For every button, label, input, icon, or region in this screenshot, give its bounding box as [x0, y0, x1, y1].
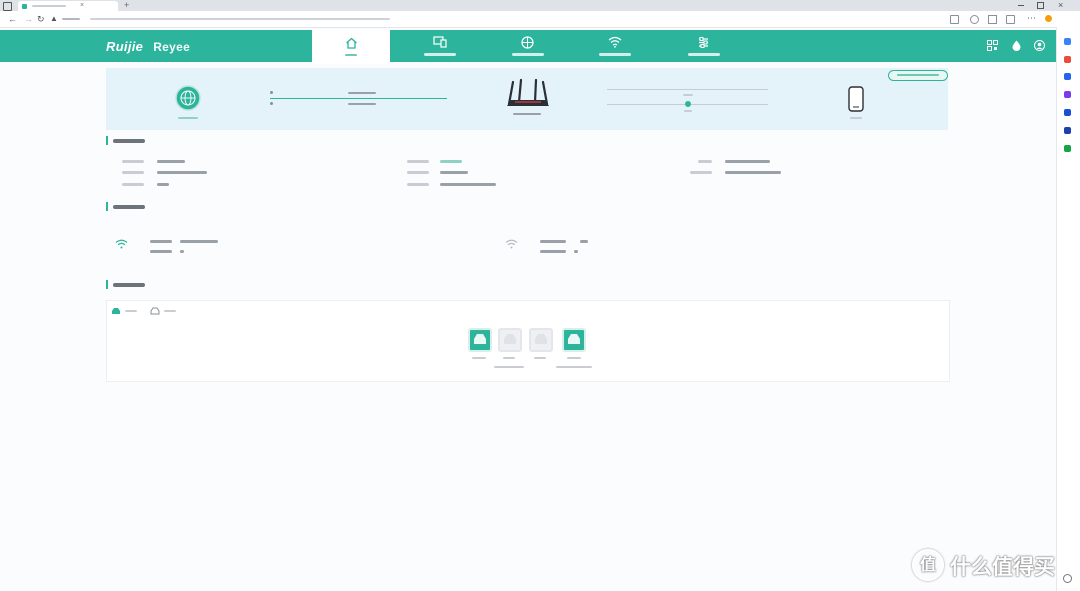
section-title-ports: [106, 280, 148, 289]
forward-icon[interactable]: →: [24, 14, 33, 24]
tab-home-label: [345, 54, 357, 56]
qr-code-icon[interactable]: [987, 40, 998, 51]
ethernet-port-icon: [474, 334, 486, 344]
devices-icon: [433, 36, 447, 48]
profile-icon[interactable]: [970, 15, 979, 24]
watermark-text: 什么值得买: [950, 555, 1055, 579]
sidebar-app-icon[interactable]: [1064, 145, 1071, 152]
download-arrow-icon: [270, 102, 273, 105]
minimize-icon[interactable]: [1018, 5, 1024, 6]
client-device-icon[interactable]: [848, 86, 864, 112]
port-3[interactable]: [529, 328, 553, 352]
ethernet-port-icon: [568, 334, 580, 344]
link-rate-text: [683, 94, 693, 96]
tab-wireless-label: [599, 53, 631, 56]
tab-devices-label: [424, 53, 456, 56]
site-info-icon[interactable]: ▲: [50, 14, 58, 24]
user-icon[interactable]: [1034, 40, 1045, 51]
ethernet-port-icon: [535, 334, 547, 344]
sidebar-app-icon[interactable]: [1064, 127, 1071, 134]
close-window-icon[interactable]: ×: [1058, 0, 1063, 10]
sidebar-app-icon[interactable]: [1064, 91, 1071, 98]
wifi-icon: [608, 36, 622, 48]
maximize-icon[interactable]: [1037, 2, 1044, 9]
collections-icon[interactable]: [1006, 15, 1015, 24]
drop-icon[interactable]: [1012, 40, 1021, 51]
section-title-device-info: [106, 136, 148, 145]
wan-link-line: [270, 98, 447, 99]
back-icon[interactable]: ←: [8, 14, 17, 24]
tab-advanced-label: [688, 53, 720, 56]
sidebar-app-icon[interactable]: [1064, 38, 1071, 45]
port-1[interactable]: [468, 328, 492, 352]
advanced-settings-icon: [699, 37, 708, 48]
tab-internet[interactable]: [488, 30, 568, 62]
wan-status-text: [178, 117, 198, 119]
legend-port-up-text: [125, 310, 137, 312]
upload-rate-text: [348, 92, 376, 94]
legend-port-down-icon: [150, 307, 160, 315]
upload-arrow-icon: [270, 91, 273, 94]
tab-actions-icon[interactable]: [988, 15, 997, 24]
wifi-2g-icon: [115, 239, 128, 249]
brand-reyee: Reyee: [153, 40, 191, 54]
tab-wireless[interactable]: [575, 30, 655, 62]
tab-internet-label: [512, 53, 544, 56]
browser-tab[interactable]: ×: [18, 1, 118, 11]
window-menu-icon[interactable]: [3, 2, 12, 11]
brand-ruijie: Ruijie: [106, 39, 144, 54]
watermark: 值 什么值得买: [912, 548, 1072, 582]
edge-copilot-icon[interactable]: [1045, 15, 1052, 22]
address-input[interactable]: [60, 13, 910, 25]
ports-card: [106, 300, 950, 382]
link-status-dot: [685, 101, 691, 107]
tab-title-text: [32, 5, 66, 7]
settings-more-icon[interactable]: ⋯: [1027, 13, 1036, 23]
home-icon: [346, 37, 357, 49]
tab-home[interactable]: [312, 30, 390, 64]
wifi-5g-icon: [505, 239, 518, 249]
port-4[interactable]: [562, 328, 586, 352]
tab-advanced[interactable]: [664, 30, 744, 62]
watermark-logo-icon: 值: [912, 549, 944, 581]
reload-icon[interactable]: ↻: [37, 14, 45, 24]
download-rate-text: [348, 103, 376, 105]
port-2[interactable]: [498, 328, 522, 352]
extension-icon[interactable]: [950, 15, 959, 24]
sidebar-app-icon[interactable]: [1064, 56, 1071, 63]
internet-globe-icon[interactable]: [175, 85, 201, 111]
router-model-text: [513, 113, 541, 115]
tab-close-icon[interactable]: ×: [80, 1, 84, 10]
browser-tab-strip: [0, 0, 1080, 11]
link-count-text: [684, 110, 692, 112]
ethernet-port-icon: [504, 334, 516, 344]
sidebar-app-icon[interactable]: [1064, 109, 1071, 116]
brand-logo[interactable]: Ruijie Reyee: [106, 39, 190, 54]
tab-devices[interactable]: [400, 30, 480, 62]
client-count-text: [850, 117, 862, 119]
legend-port-up-icon: [112, 308, 120, 314]
internet-icon: [521, 36, 534, 49]
new-tab-icon[interactable]: +: [124, 0, 129, 10]
lan-link-line-1: [607, 89, 768, 90]
legend-port-down-text: [164, 310, 176, 312]
section-title-wireless: [106, 202, 148, 211]
router-icon[interactable]: [505, 78, 551, 110]
topology-action-button[interactable]: [888, 70, 948, 81]
tab-favicon-icon: [22, 4, 27, 9]
sidebar-app-icon[interactable]: [1064, 73, 1071, 80]
